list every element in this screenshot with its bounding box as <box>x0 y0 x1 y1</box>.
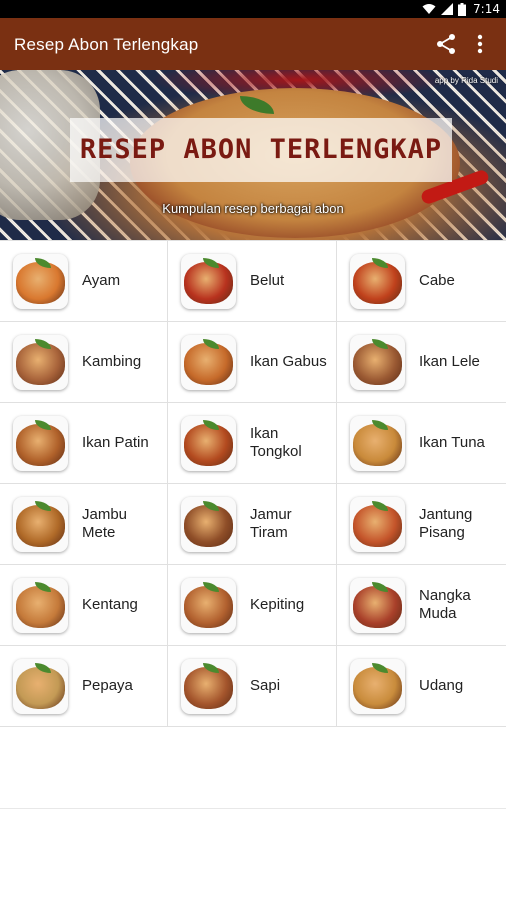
food-image <box>353 424 402 466</box>
food-image <box>184 424 233 466</box>
recipe-item[interactable]: Ikan Tongkol <box>168 403 337 484</box>
recipe-label: Kambing <box>82 353 142 370</box>
recipe-thumbnail <box>181 578 236 633</box>
banner-subtitle: Kumpulan resep berbagai abon <box>162 201 344 216</box>
recipe-thumbnail <box>13 578 68 633</box>
recipe-thumbnail <box>181 416 236 471</box>
food-image <box>184 505 233 547</box>
recipe-thumbnail <box>13 335 68 390</box>
wifi-icon <box>422 4 436 14</box>
recipe-item[interactable]: Kentang <box>0 565 168 646</box>
recipe-thumbnail <box>13 416 68 471</box>
recipe-item[interactable]: Udang <box>337 646 506 727</box>
recipe-label: Cabe <box>419 272 455 289</box>
food-image <box>353 667 402 709</box>
recipe-thumbnail <box>350 659 405 714</box>
recipe-label: Nangka Muda <box>419 587 471 622</box>
food-image <box>353 505 402 547</box>
recipe-label: Jantung Pisang <box>419 506 473 541</box>
signal-icon <box>441 3 454 15</box>
recipe-item[interactable]: Sapi <box>168 646 337 727</box>
recipe-label: Ikan Tongkol <box>250 425 302 460</box>
food-image <box>353 586 402 628</box>
battery-icon <box>458 2 467 16</box>
food-image <box>353 343 402 385</box>
recipe-thumbnail <box>13 254 68 309</box>
recipe-label: Ikan Lele <box>419 353 480 370</box>
recipe-item[interactable]: Ikan Lele <box>337 322 506 403</box>
recipe-thumbnail <box>350 335 405 390</box>
recipe-item[interactable]: Jambu Mete <box>0 484 168 565</box>
recipe-thumbnail <box>181 497 236 552</box>
food-image <box>16 586 65 628</box>
recipe-label: Ikan Patin <box>82 434 149 451</box>
recipe-item[interactable]: Cabe <box>337 241 506 322</box>
recipe-item[interactable]: Kepiting <box>168 565 337 646</box>
recipe-thumbnail <box>13 659 68 714</box>
food-image <box>16 343 65 385</box>
recipe-item[interactable]: Jamur Tiram <box>168 484 337 565</box>
recipe-item[interactable]: Pepaya <box>0 646 168 727</box>
food-image <box>184 343 233 385</box>
share-icon[interactable] <box>434 32 458 56</box>
recipe-thumbnail <box>350 416 405 471</box>
recipe-label: Pepaya <box>82 677 133 694</box>
status-icons: 7:14 <box>422 0 500 18</box>
recipe-item[interactable]: Ikan Patin <box>0 403 168 484</box>
recipe-thumbnail <box>350 578 405 633</box>
recipe-label: Kentang <box>82 596 138 613</box>
recipe-grid: Ayam Belut Cabe Kambing Ikan Gabus Ikan Lele I… <box>0 240 506 727</box>
recipe-thumbnail <box>181 254 236 309</box>
recipe-item[interactable]: Belut <box>168 241 337 322</box>
food-image <box>184 667 233 709</box>
recipe-label: Belut <box>250 272 285 289</box>
recipe-item[interactable]: Ayam <box>0 241 168 322</box>
header-banner: RESEP ABON TERLENGKAP Kumpulan resep ber… <box>0 70 506 240</box>
food-image <box>353 262 402 304</box>
recipe-item[interactable]: Ikan Tuna <box>337 403 506 484</box>
recipe-label: Jamur Tiram <box>250 506 292 541</box>
food-image <box>16 424 65 466</box>
status-bar: 7:14 <box>0 0 506 18</box>
empty-area <box>0 729 506 809</box>
recipe-thumbnail <box>13 497 68 552</box>
status-time: 7:14 <box>473 2 500 16</box>
banner-title: RESEP ABON TERLENGKAP <box>79 134 443 165</box>
recipe-item[interactable]: Ikan Gabus <box>168 322 337 403</box>
food-image <box>16 262 65 304</box>
recipe-item[interactable]: Jantung Pisang <box>337 484 506 565</box>
recipe-label: Ikan Gabus <box>250 353 327 370</box>
recipe-thumbnail <box>350 254 405 309</box>
food-image <box>16 505 65 547</box>
app-title: Resep Abon Terlengkap <box>14 35 199 54</box>
banner-credit: app by Rida Studi <box>434 76 498 85</box>
recipe-thumbnail <box>181 659 236 714</box>
app-bar: Resep Abon Terlengkap <box>0 18 506 70</box>
recipe-label: Sapi <box>250 677 281 694</box>
food-image <box>184 262 233 304</box>
more-vert-icon[interactable] <box>470 32 490 56</box>
recipe-label: Udang <box>419 677 464 694</box>
recipe-label: Ikan Tuna <box>419 434 485 451</box>
food-image <box>16 667 65 709</box>
recipe-label: Jambu Mete <box>82 506 128 541</box>
recipe-item[interactable]: Kambing <box>0 322 168 403</box>
food-image <box>184 586 233 628</box>
recipe-thumbnail <box>181 335 236 390</box>
recipe-thumbnail <box>350 497 405 552</box>
recipe-item[interactable]: Nangka Muda <box>337 565 506 646</box>
recipe-label: Kepiting <box>250 596 305 613</box>
recipe-label: Ayam <box>82 272 121 289</box>
